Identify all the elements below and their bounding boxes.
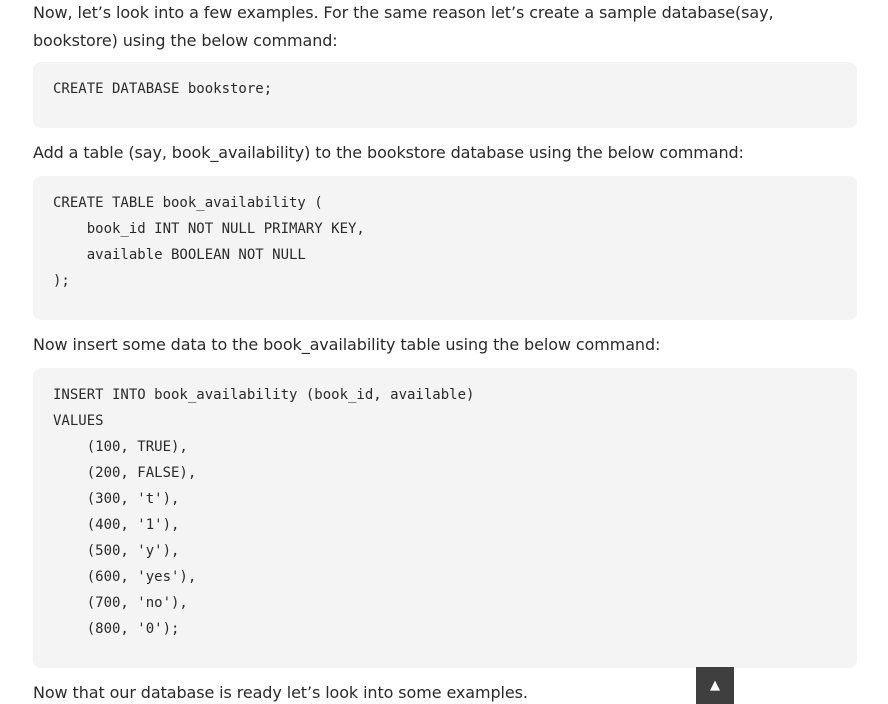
code-line: ); (53, 273, 70, 289)
ready-paragraph: Now that our database is ready let’s loo… (33, 683, 528, 702)
insert-data-paragraph: Now insert some data to the book_availab… (33, 335, 661, 354)
code-line: VALUES (53, 413, 104, 429)
code-line: book_id INT NOT NULL PRIMARY KEY, (53, 221, 365, 237)
code-line: CREATE DATABASE bookstore; (53, 81, 273, 97)
intro-paragraph: Now, let’s look into a few examples. For… (33, 3, 774, 50)
code-line: (100, TRUE), (53, 439, 188, 455)
code-line: CREATE TABLE book_availability ( (53, 195, 323, 211)
code-line: (500, 'y'), (53, 543, 180, 559)
code-line: available BOOLEAN NOT NULL (53, 247, 306, 263)
code-block-create-database[interactable]: CREATE DATABASE bookstore; (33, 62, 857, 128)
code-line: (400, '1'), (53, 517, 180, 533)
code-block-create-table[interactable]: CREATE TABLE book_availability ( book_id… (33, 176, 857, 320)
arrow-up-icon: ▲ (710, 678, 720, 693)
code-line: (700, 'no'), (53, 595, 188, 611)
code-line: (300, 't'), (53, 491, 180, 507)
code-line: INSERT INTO book_availability (book_id, … (53, 387, 475, 403)
code-block-insert[interactable]: INSERT INTO book_availability (book_id, … (33, 368, 857, 668)
code-line: (200, FALSE), (53, 465, 197, 481)
scroll-to-top-button[interactable]: ▲ (696, 667, 734, 704)
add-table-paragraph: Add a table (say, book_availability) to … (33, 143, 744, 162)
code-line: (600, 'yes'), (53, 569, 197, 585)
code-line: (800, '0'); (53, 621, 180, 637)
